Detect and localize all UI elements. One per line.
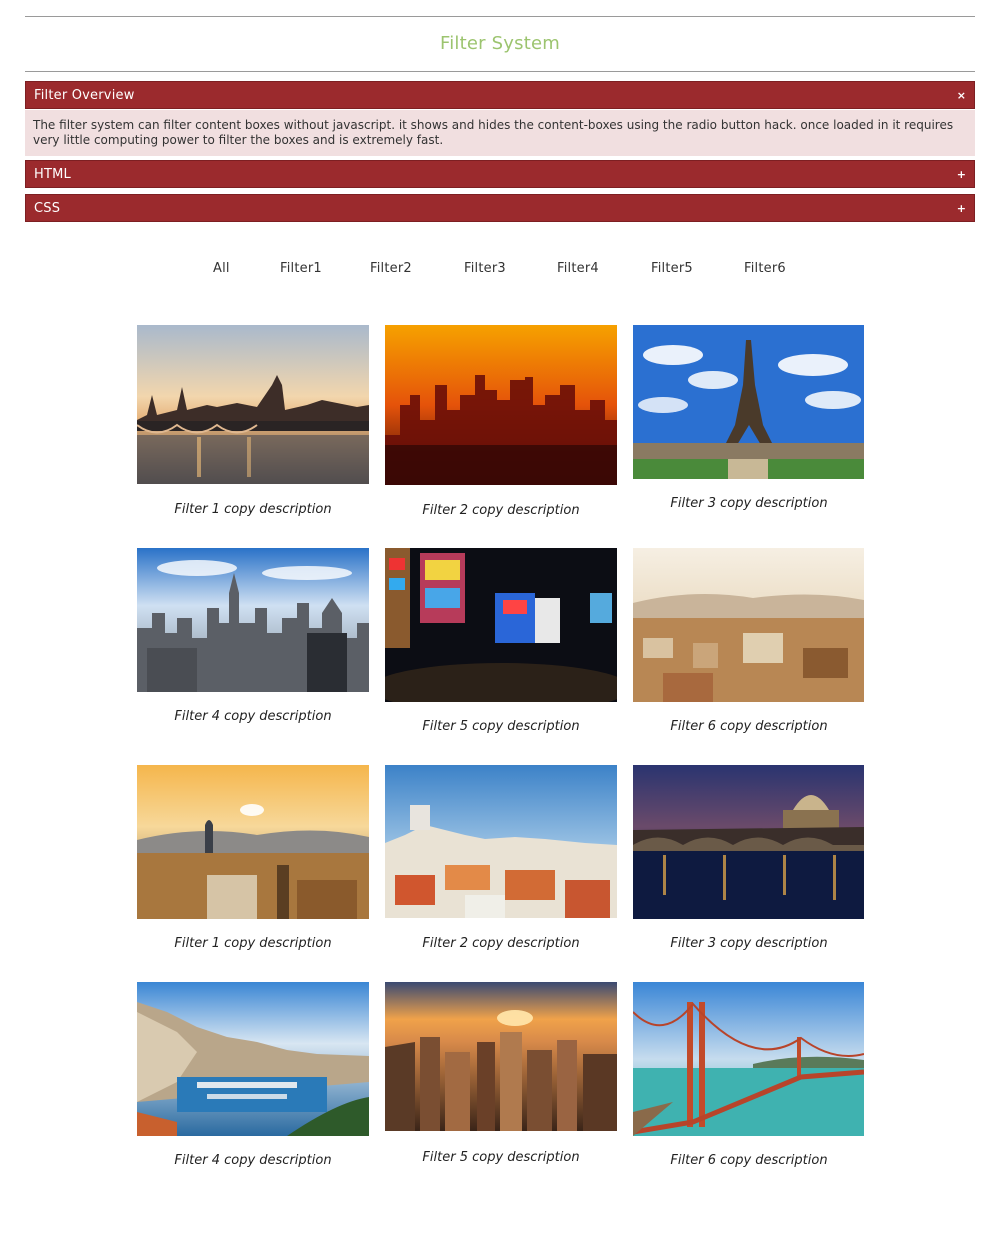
accordion-label: Filter Overview [34, 87, 135, 103]
accordion-header-css[interactable]: CSS + [25, 194, 975, 222]
card-caption: Filter 6 copy description [670, 1153, 828, 1168]
photo-golden-gate-bridge [633, 982, 864, 1136]
filter-2[interactable]: Filter2 [370, 261, 412, 276]
photo-orange-skyline [385, 325, 617, 485]
photo-hazy-old-town [633, 548, 864, 702]
filter-1[interactable]: Filter1 [280, 261, 322, 276]
page-title: Filter System [439, 33, 561, 54]
accordion-body-filter-overview: The filter system can filter content box… [25, 110, 975, 156]
photo-neon-crossing [385, 548, 617, 702]
filter-3[interactable]: Filter3 [464, 261, 506, 276]
accordion-header-filter-overview[interactable]: Filter Overview × [25, 81, 975, 109]
card-caption: Filter 1 copy description [174, 936, 332, 951]
card-caption: Filter 4 copy description [174, 1153, 332, 1168]
photo-barcelona-sunset [137, 765, 369, 919]
card-caption: Filter 3 copy description [670, 496, 828, 511]
title-divider [25, 71, 975, 72]
filter-6[interactable]: Filter6 [744, 261, 786, 276]
accordion-label: CSS [34, 200, 61, 216]
card-caption: Filter 4 copy description [174, 709, 332, 724]
photo-lisbon-rooftops [385, 765, 617, 918]
photo-new-york-skyline [137, 548, 369, 692]
close-icon[interactable]: × [957, 90, 966, 101]
card-caption: Filter 1 copy description [174, 502, 332, 517]
photo-rome-river-night [633, 765, 864, 919]
filter-all[interactable]: All [213, 261, 230, 276]
card-caption: Filter 2 copy description [422, 503, 580, 518]
plus-icon[interactable]: + [957, 203, 966, 214]
photo-london-bridge [137, 325, 369, 484]
filter-4[interactable]: Filter4 [557, 261, 599, 276]
card-caption: Filter 3 copy description [670, 936, 828, 951]
top-divider [25, 16, 975, 17]
plus-icon[interactable]: + [957, 169, 966, 180]
photo-monaco-harbor [137, 982, 369, 1136]
accordion-header-html[interactable]: HTML + [25, 160, 975, 188]
card-caption: Filter 5 copy description [422, 1150, 580, 1165]
card-caption: Filter 6 copy description [670, 719, 828, 734]
card-caption: Filter 2 copy description [422, 936, 580, 951]
accordion-label: HTML [34, 166, 71, 182]
photo-eiffel-tower [633, 325, 864, 479]
filter-bar: All Filter1 Filter2 Filter3 Filter4 Filt… [0, 261, 1000, 281]
card-caption: Filter 5 copy description [422, 719, 580, 734]
filter-5[interactable]: Filter5 [651, 261, 693, 276]
photo-city-aerial-sunset [385, 982, 617, 1131]
